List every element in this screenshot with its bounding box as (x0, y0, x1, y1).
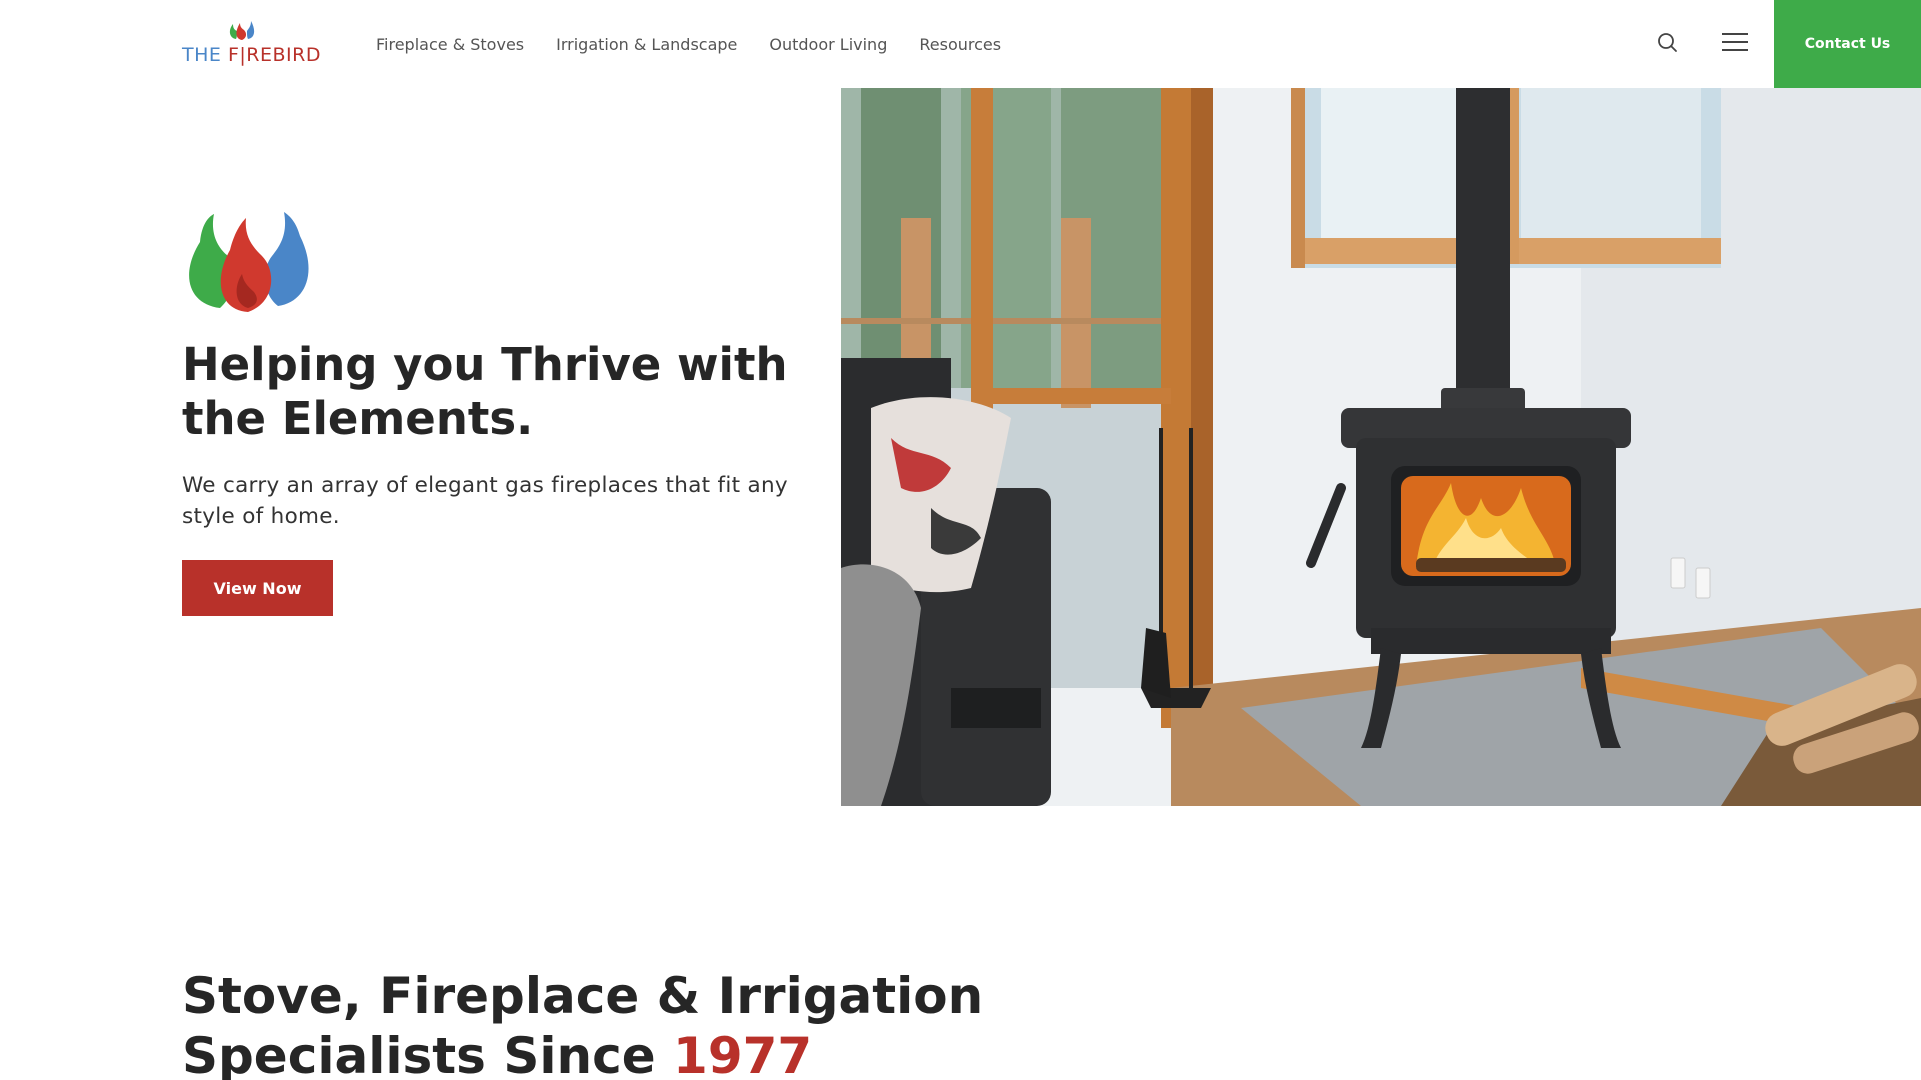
flames-logo-icon (229, 21, 255, 40)
main-nav: Fireplace & Stoves Irrigation & Landscap… (376, 0, 1001, 88)
menu-button[interactable] (1722, 30, 1748, 54)
hero-description: We carry an array of elegant gas firepla… (182, 473, 788, 529)
hero-image (841, 88, 1921, 806)
hamburger-icon-bottom (1722, 49, 1748, 51)
logo-wordmark: THE F|REBIRD (182, 44, 321, 66)
search-icon (1658, 33, 1677, 52)
hamburger-icon-middle (1722, 41, 1748, 43)
nav-item-outdoor-living[interactable]: Outdoor Living (769, 35, 887, 54)
wood-stove-room-image (841, 88, 1921, 806)
view-now-button[interactable]: View Now (182, 560, 333, 616)
logo-firebird-text: F|REBIRD (227, 44, 321, 66)
section-title: Stove, Fireplace & Irrigation Specialist… (182, 966, 1082, 1080)
flames-emblem-icon (189, 212, 309, 312)
site-header: THE F|REBIRD Fireplace & Stoves Irrigati… (0, 0, 1921, 88)
section-title-year: 1977 (673, 1027, 813, 1080)
site-logo[interactable]: THE F|REBIRD (182, 18, 322, 70)
hamburger-icon (1722, 33, 1748, 35)
hero-title: Helping you Thrive with the Elements. (182, 338, 788, 445)
contact-us-button[interactable]: Contact Us (1774, 0, 1921, 88)
search-button[interactable] (1655, 30, 1681, 56)
nav-item-fireplace-stoves[interactable]: Fireplace & Stoves (376, 35, 524, 54)
nav-item-resources[interactable]: Resources (919, 35, 1001, 54)
logo-the-text: THE (182, 44, 228, 66)
nav-item-irrigation-landscape[interactable]: Irrigation & Landscape (556, 35, 737, 54)
section-title-text: Stove, Fireplace & Irrigation Specialist… (182, 967, 984, 1080)
